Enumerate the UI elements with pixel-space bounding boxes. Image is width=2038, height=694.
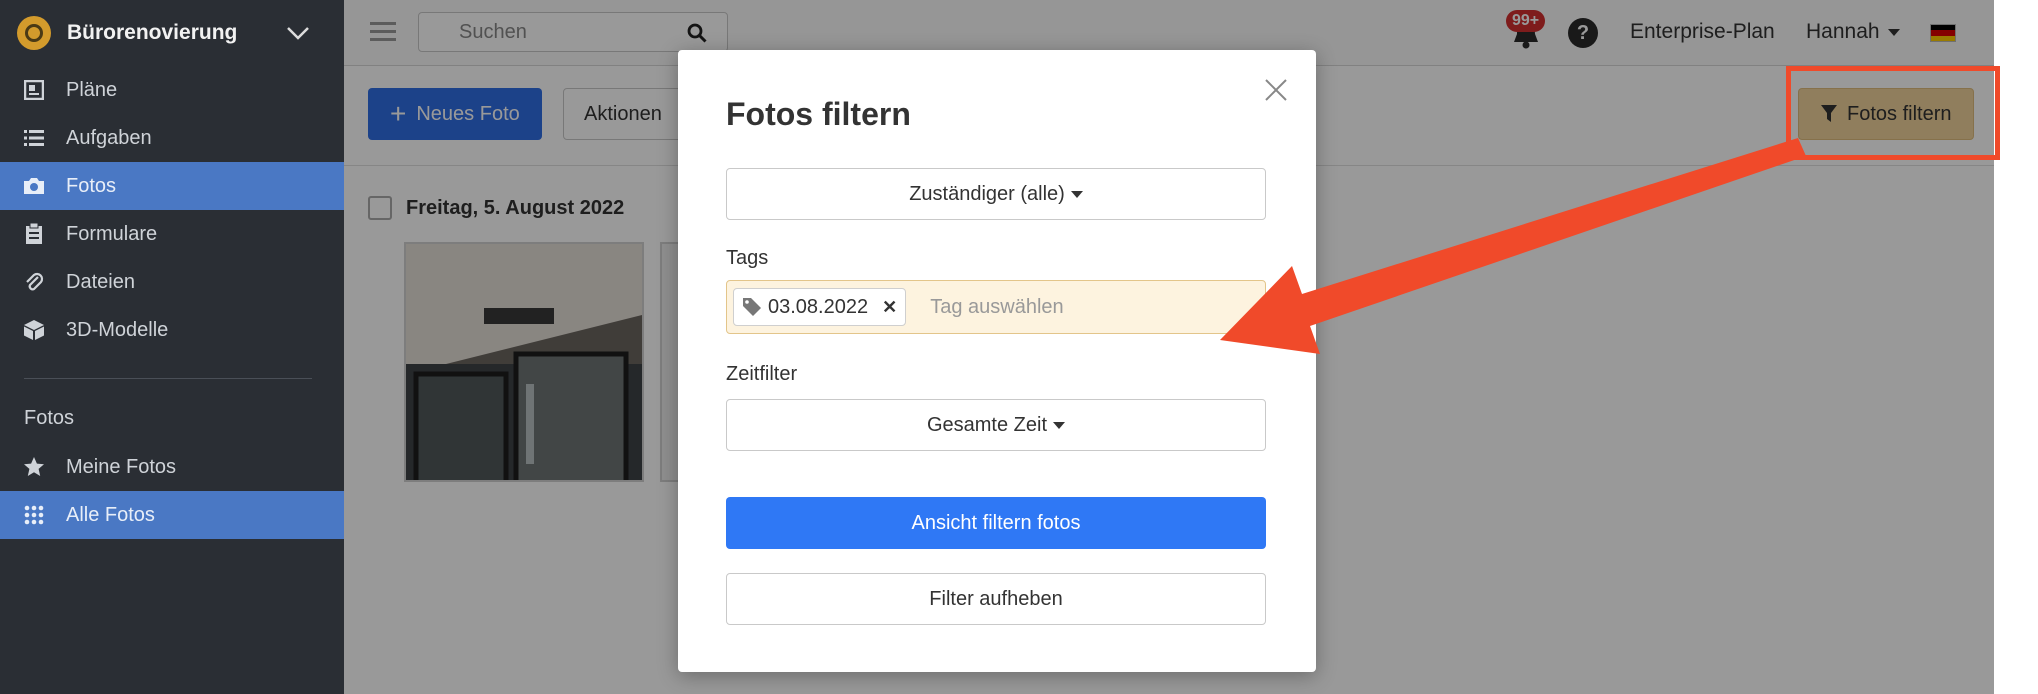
sidebar-divider [24, 378, 312, 379]
clipboard-icon [22, 222, 46, 246]
tag-icon [743, 298, 761, 316]
tags-label: Tags [726, 247, 769, 269]
star-icon [22, 455, 46, 479]
sidebar-item-3d-models[interactable]: 3D-Modelle [0, 306, 344, 354]
sidebar-section-title: Fotos [24, 406, 75, 429]
project-title: Bürorenovierung [67, 21, 238, 44]
project-logo-icon [17, 16, 51, 50]
time-filter-select[interactable]: Gesamte Zeit [726, 399, 1266, 451]
tag-chip: 03.08.2022 ✕ [733, 288, 907, 326]
time-filter-value: Gesamte Zeit [926, 413, 1048, 436]
filter-dialog: Fotos filtern Zuständiger (alle) Tags 03… [678, 50, 1316, 672]
sidebar-item-label: Aufgaben [66, 126, 152, 149]
project-switcher[interactable]: Bürorenovierung [0, 0, 344, 66]
camera-icon [22, 174, 46, 198]
sidebar-item-label: 3D-Modelle [66, 318, 169, 341]
grid-icon [22, 503, 46, 527]
remove-tag-icon[interactable]: ✕ [882, 297, 897, 318]
apply-filter-button[interactable]: Ansicht filtern fotos [726, 497, 1266, 549]
tag-search-input[interactable] [930, 295, 1231, 319]
list-icon [22, 126, 46, 150]
sidebar-item-label: Alle Fotos [66, 503, 155, 526]
sidebar: Bürorenovierung Pläne Aufgaben Fotos For… [0, 0, 344, 694]
time-filter-label: Zeitfilter [726, 363, 798, 385]
sidebar-item-label: Meine Fotos [66, 455, 177, 478]
close-icon[interactable] [1264, 78, 1288, 102]
caret-down-icon [1053, 421, 1066, 429]
assignee-select[interactable]: Zuständiger (alle) [726, 168, 1266, 220]
assignee-value: Zuständiger (alle) [909, 182, 1065, 205]
sidebar-item-files[interactable]: Dateien [0, 258, 344, 306]
sidebar-item-photos[interactable]: Fotos [0, 162, 344, 210]
sidebar-item-label: Dateien [66, 270, 135, 293]
sidebar-item-label: Fotos [66, 174, 117, 197]
sidebar-item-tasks[interactable]: Aufgaben [0, 114, 344, 162]
sidebar-item-plans[interactable]: Pläne [0, 66, 344, 114]
caret-down-icon [1070, 190, 1083, 198]
tag-chip-label: 03.08.2022 [768, 295, 869, 318]
reset-filter-button[interactable]: Filter aufheben [726, 573, 1266, 625]
tags-field[interactable]: 03.08.2022 ✕ [726, 280, 1266, 334]
sidebar-item-my-photos[interactable]: Meine Fotos [0, 443, 344, 491]
sidebar-item-label: Formulare [66, 222, 158, 245]
sidebar-item-all-photos[interactable]: Alle Fotos [0, 491, 344, 539]
sidebar-item-forms[interactable]: Formulare [0, 210, 344, 258]
highlight-box [1786, 66, 2000, 160]
dialog-title: Fotos filtern [726, 96, 911, 132]
sidebar-item-label: Pläne [66, 78, 118, 101]
chevron-down-icon [287, 27, 309, 40]
plans-icon [22, 78, 46, 102]
paperclip-icon [22, 270, 46, 294]
cube-icon [22, 318, 46, 342]
